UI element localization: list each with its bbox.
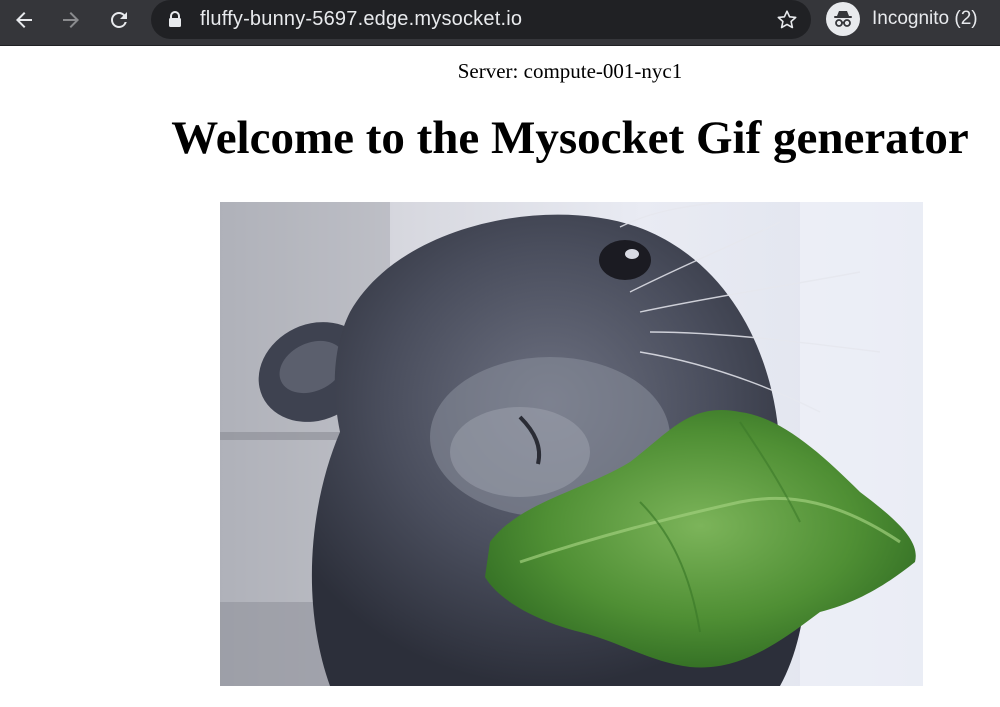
lock-icon[interactable]	[168, 11, 182, 27]
server-info: Server: compute-001-nyc1	[457, 59, 683, 83]
arrow-left-icon	[16, 12, 32, 28]
profile-label: Incognito (2)	[872, 8, 978, 29]
incognito-icon	[826, 2, 860, 36]
back-button[interactable]	[6, 3, 42, 37]
profile-button[interactable]: Incognito (2)	[826, 1, 978, 37]
url-text[interactable]: fluffy-bunny-5697.edge.mysocket.io	[200, 0, 522, 39]
page-title: Welcome to the Mysocket Gif generator	[171, 112, 969, 164]
arrow-right-icon	[63, 12, 79, 28]
browser-toolbar: fluffy-bunny-5697.edge.mysocket.io Incog…	[0, 0, 1000, 46]
forward-button[interactable]	[53, 3, 89, 37]
reload-icon	[111, 11, 127, 28]
address-bar[interactable]: fluffy-bunny-5697.edge.mysocket.io	[151, 0, 811, 39]
page-content: Server: compute-001-nyc1 Welcome to the …	[0, 47, 1000, 707]
reload-button[interactable]	[101, 3, 137, 37]
bunny-gif-image	[220, 202, 923, 686]
star-icon[interactable]	[775, 8, 799, 32]
